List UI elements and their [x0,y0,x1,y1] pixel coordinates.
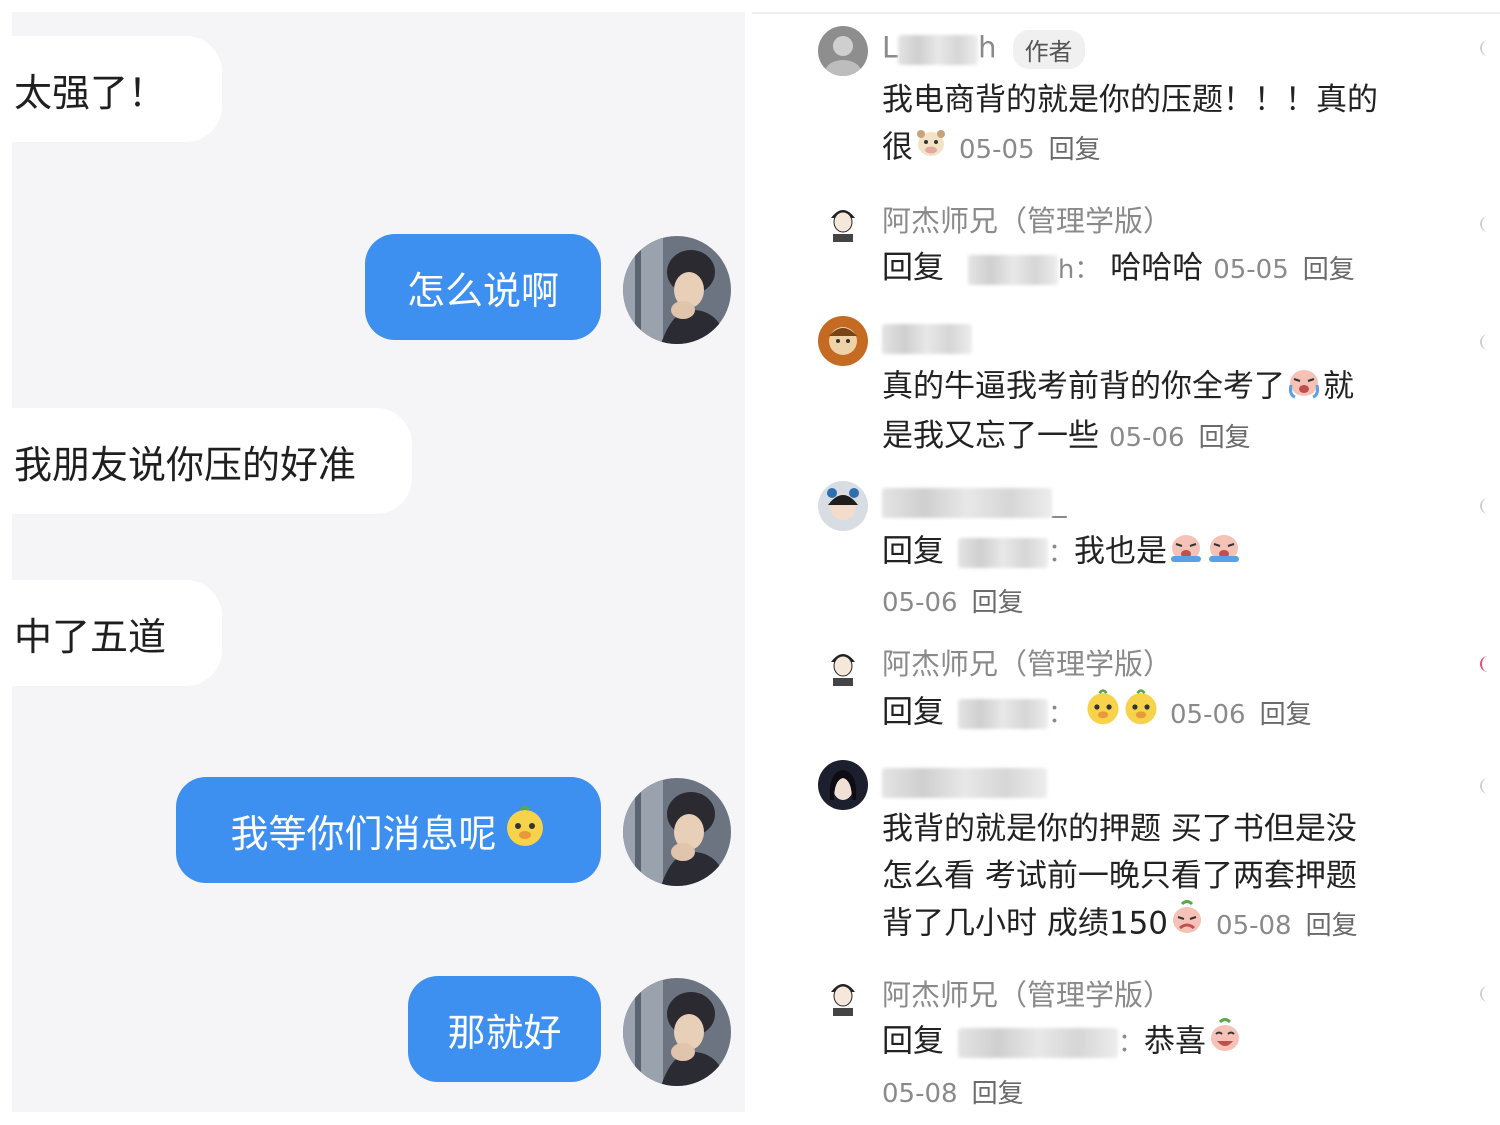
comment-date: 05-06 [882,588,958,618]
more-indicator[interactable] [1480,778,1490,794]
more-indicator[interactable] [1480,216,1490,232]
blurred-username [967,254,1058,285]
message-text: 太强了！ [14,70,167,115]
avatar[interactable] [818,481,868,531]
crying-face-icon [1285,363,1323,413]
comment-body: 我背的就是你的押题 买了书但是没 怎么看 考试前一晚只看了两套押题 背了几小时 … [882,806,1358,950]
comment-author[interactable]: 阿杰师兄（管理学版） [882,198,1172,240]
more-indicator[interactable] [1480,498,1490,514]
message-text: 怎么说啊 [406,268,559,313]
chat-message-outgoing[interactable]: 我等你们消息呢 [176,777,601,883]
more-indicator[interactable] [1480,334,1490,350]
message-text: 我朋友说你压的好准 [14,442,357,487]
avatar[interactable] [623,978,731,1086]
comment-body: 回复 h： 哈哈哈 05-05 回复 [882,250,1355,286]
chick-face-icon [1122,688,1160,740]
comment-author[interactable]: 阿杰师兄（管理学版） [882,641,1172,683]
reply-button[interactable]: 回复 [1306,911,1358,941]
divider [752,12,1500,14]
comment-date: 05-06 [1170,699,1246,730]
cow-face-icon [913,124,949,174]
message-text: 我等你们消息呢 [230,811,497,856]
blurred-username [958,1028,1118,1058]
blurred-username [958,538,1048,568]
comment-date: 05-05 [959,134,1035,165]
reply-button[interactable]: 回复 [972,1079,1024,1109]
blurred-username [882,488,1052,518]
comment-body: 我电商背的就是你的压题！！！真的 很 05-05 回复 [882,77,1378,174]
blurred-username [882,324,972,354]
comment-author[interactable]: _ [882,484,1067,518]
reply-button[interactable]: 回复 [1303,255,1355,285]
crying-face-icon [1205,528,1243,578]
avatar[interactable] [818,196,868,246]
message-text: 那就好 [447,1010,562,1055]
comment-author[interactable]: Lh 作者 [882,30,1085,69]
comment-body: 真的牛逼我考前背的你全考了就 是我又忘了一些 05-06 回复 [882,363,1354,462]
comment-body: 回复 ：我也是 05-06 回复 [882,528,1243,627]
reply-button[interactable]: 回复 [972,588,1024,618]
comment-date: 05-05 [1213,255,1289,285]
comment-date: 05-08 [1216,910,1292,941]
chat-message-outgoing[interactable]: 怎么说啊 [365,234,601,340]
comment-body: 回复： 05-06 回复 [882,688,1312,740]
more-indicator[interactable] [1480,40,1490,56]
message-text: 中了五道 [14,614,167,659]
comment-body: 回复 ：恭喜 05-08 回复 [882,1017,1244,1118]
laughing-face-icon [1206,1017,1244,1069]
blurred-username [958,699,1048,729]
reply-button[interactable]: 回复 [1199,423,1251,453]
more-indicator[interactable] [1480,656,1490,672]
comment-date: 05-06 [1109,423,1185,453]
avatar[interactable] [623,778,731,886]
reply-button[interactable]: 回复 [1260,700,1312,730]
sad-face-icon [1168,900,1206,950]
more-indicator[interactable] [1480,986,1490,1002]
crying-face-icon [1167,528,1205,578]
reply-button[interactable]: 回复 [1049,135,1101,165]
chat-message-incoming[interactable]: 太强了！ [12,36,223,142]
chat-message-incoming[interactable]: 中了五道 [12,580,223,686]
comments-panel: Lh 作者 我电商背的就是你的压题！！！真的 很 05-05 回复 阿杰师兄（管理学版… [752,0,1500,1125]
author-badge: 作者 [1012,30,1085,69]
chick-face-icon [1084,688,1122,740]
comment-author[interactable] [882,764,1047,798]
chat-message-outgoing[interactable]: 那就好 [408,976,601,1082]
chick-face-icon [503,804,547,857]
avatar[interactable] [818,316,868,366]
blurred-username [882,768,1047,798]
comment-author[interactable]: 阿杰师兄（管理学版） [882,972,1172,1014]
avatar[interactable] [623,236,731,344]
avatar[interactable] [818,640,868,690]
chat-message-incoming[interactable]: 我朋友说你压的好准 [12,408,413,514]
avatar[interactable] [818,26,868,76]
comment-author[interactable] [882,320,972,354]
blurred-username [898,34,979,65]
chat-panel: 太强了！ 怎么说啊 我朋友说你压的好准 中了五道 我等你们消息呢 那就好 [12,12,745,1112]
comment-date: 05-08 [882,1079,958,1109]
avatar[interactable] [818,760,868,810]
avatar[interactable] [818,970,868,1020]
